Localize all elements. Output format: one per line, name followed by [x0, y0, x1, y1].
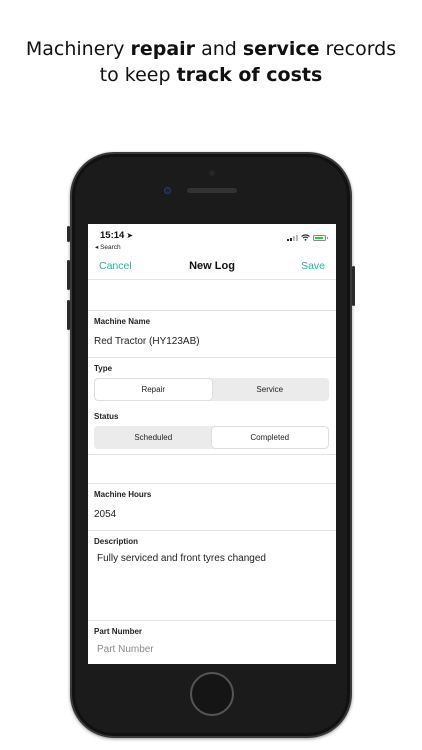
description-textarea[interactable]: Fully serviced and front tyres changed — [97, 553, 266, 564]
section-divider — [88, 483, 336, 484]
battery-icon — [313, 234, 328, 241]
type-segmented-control: Repair Service — [94, 378, 329, 401]
machine-name-label: Machine Name — [94, 317, 151, 326]
volume-down-button — [67, 300, 70, 330]
proximity-sensor — [209, 170, 215, 176]
type-option-repair[interactable]: Repair — [95, 379, 212, 400]
section-divider — [88, 310, 336, 311]
save-button[interactable]: Save — [301, 260, 325, 272]
section-divider — [88, 454, 336, 455]
status-option-scheduled[interactable]: Scheduled — [95, 427, 212, 448]
wifi-icon — [301, 234, 310, 241]
type-option-service[interactable]: Service — [212, 379, 329, 400]
page-title: New Log — [189, 260, 235, 272]
phone-frame: 15:14 ➤ ◂ Search Cancel New Log Save Mach… — [67, 152, 355, 738]
headline-line-1: Machinery repair and service records — [25, 38, 397, 60]
app-screen: 15:14 ➤ ◂ Search Cancel New Log Save Mach… — [88, 224, 336, 664]
part-number-label: Part Number — [94, 627, 143, 636]
back-to-search-link[interactable]: ◂ Search — [95, 243, 121, 251]
power-button — [352, 266, 355, 306]
part-number-input[interactable] — [94, 640, 330, 658]
headline-line-2: to keep track of costs — [99, 64, 323, 86]
volume-up-button — [67, 260, 70, 290]
status-option-completed[interactable]: Completed — [211, 427, 328, 448]
status-label: Status — [94, 412, 119, 421]
navigation-bar: Cancel New Log Save — [88, 254, 336, 280]
status-bar: 15:14 ➤ ◂ Search — [88, 224, 336, 254]
mute-switch — [67, 226, 70, 242]
system-icons — [287, 234, 328, 241]
status-segmented-control: Scheduled Completed — [94, 426, 329, 449]
field-divider — [88, 530, 336, 531]
signal-icon — [287, 234, 298, 241]
field-divider — [88, 357, 336, 358]
location-arrow-icon: ➤ — [126, 231, 134, 240]
field-divider — [88, 620, 336, 621]
front-camera — [164, 187, 171, 194]
type-label: Type — [94, 364, 113, 373]
promo-headline: Machinery repair and service records to … — [0, 36, 422, 88]
machine-hours-label: Machine Hours — [94, 490, 152, 499]
status-time: 15:14 ➤ — [100, 230, 134, 241]
machine-name-field[interactable]: Red Tractor (HY123AB) — [94, 336, 200, 347]
description-label: Description — [94, 537, 139, 546]
earpiece-speaker — [187, 188, 237, 193]
machine-hours-field[interactable]: 2054 — [94, 509, 116, 520]
home-button[interactable] — [190, 672, 234, 716]
